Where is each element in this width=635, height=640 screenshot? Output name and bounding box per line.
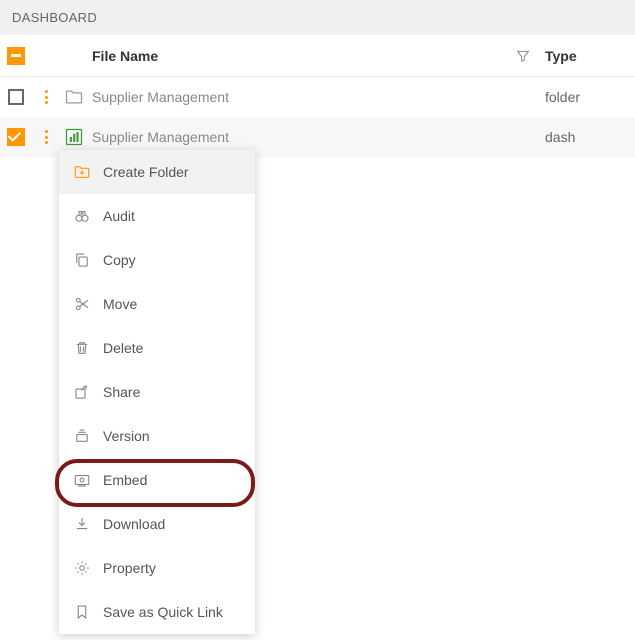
trash-icon: [73, 339, 91, 357]
breadcrumb: DASHBOARD: [0, 0, 635, 35]
menu-item-label: Download: [103, 516, 165, 532]
binoculars-icon: [73, 207, 91, 225]
folder-icon: [60, 87, 88, 107]
menu-item-audit[interactable]: Audit: [59, 194, 255, 238]
column-header-name[interactable]: File Name: [88, 48, 501, 64]
row-type: folder: [545, 89, 635, 105]
menu-item-quicklink[interactable]: Save as Quick Link: [59, 590, 255, 634]
row-checkbox[interactable]: [8, 89, 24, 105]
column-header-type[interactable]: Type: [545, 48, 635, 64]
gear-icon: [73, 559, 91, 577]
dashboard-icon: [60, 127, 88, 147]
menu-item-label: Copy: [103, 252, 136, 268]
bookmark-icon: [73, 603, 91, 621]
menu-item-property[interactable]: Property: [59, 546, 255, 590]
folder-plus-icon: [73, 163, 91, 181]
menu-item-label: Delete: [103, 340, 143, 356]
menu-item-copy[interactable]: Copy: [59, 238, 255, 282]
menu-item-move[interactable]: Move: [59, 282, 255, 326]
menu-item-delete[interactable]: Delete: [59, 326, 255, 370]
row-name[interactable]: Supplier Management: [88, 129, 501, 145]
menu-item-label: Share: [103, 384, 140, 400]
menu-item-download[interactable]: Download: [59, 502, 255, 546]
menu-item-label: Property: [103, 560, 156, 576]
select-all-checkbox[interactable]: [7, 47, 25, 65]
table-header: File Name Type: [0, 35, 635, 77]
menu-item-share[interactable]: Share: [59, 370, 255, 414]
context-menu: Create Folder Audit Copy Move Delete Share Ver…: [59, 150, 255, 634]
menu-item-create-folder[interactable]: Create Folder: [59, 150, 255, 194]
embed-icon: [73, 471, 91, 489]
row-name[interactable]: Supplier Management: [88, 89, 501, 105]
menu-item-label: Audit: [103, 208, 135, 224]
copy-icon: [73, 251, 91, 269]
table-row[interactable]: Supplier Management folder: [0, 77, 635, 117]
share-icon: [73, 383, 91, 401]
download-icon: [73, 515, 91, 533]
menu-item-version[interactable]: Version: [59, 414, 255, 458]
filter-icon[interactable]: [501, 48, 545, 64]
menu-item-embed[interactable]: Embed: [59, 458, 255, 502]
row-actions-button[interactable]: [39, 128, 53, 146]
row-checkbox[interactable]: [7, 128, 25, 146]
menu-item-label: Version: [103, 428, 150, 444]
stack-icon: [73, 427, 91, 445]
row-actions-button[interactable]: [39, 88, 53, 106]
menu-item-label: Save as Quick Link: [103, 604, 223, 620]
menu-item-label: Embed: [103, 472, 147, 488]
row-type: dash: [545, 129, 635, 145]
scissors-icon: [73, 295, 91, 313]
menu-item-label: Move: [103, 296, 137, 312]
menu-item-label: Create Folder: [103, 164, 189, 180]
